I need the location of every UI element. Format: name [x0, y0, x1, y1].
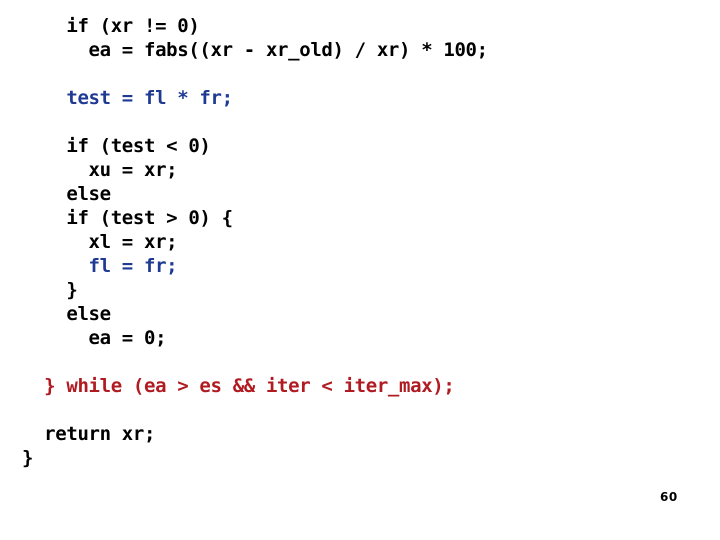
code-line: if (xr != 0)	[22, 15, 200, 37]
code-line: return xr;	[22, 423, 156, 445]
code-line: xl = xr;	[22, 231, 178, 253]
code-line: else	[22, 183, 111, 205]
code-line: if (test > 0) {	[22, 207, 233, 229]
code-line: ea = fabs((xr - xr_old) / xr) * 100;	[22, 39, 489, 61]
code-line: }	[22, 279, 78, 301]
page-number: 60	[660, 490, 678, 504]
code-line: xu = xr;	[22, 159, 178, 181]
code-line: if (test < 0)	[22, 135, 211, 157]
code-line: fl = fr;	[22, 255, 178, 277]
code-listing: if (xr != 0) ea = fabs((xr - xr_old) / x…	[22, 14, 702, 470]
code-line: else	[22, 303, 111, 325]
code-line: } while (ea > es && iter < iter_max);	[22, 375, 455, 397]
code-line: test = fl * fr;	[22, 87, 233, 109]
code-line: ea = 0;	[22, 327, 167, 349]
code-line: }	[22, 447, 34, 469]
slide-canvas: if (xr != 0) ea = fabs((xr - xr_old) / x…	[0, 0, 720, 540]
